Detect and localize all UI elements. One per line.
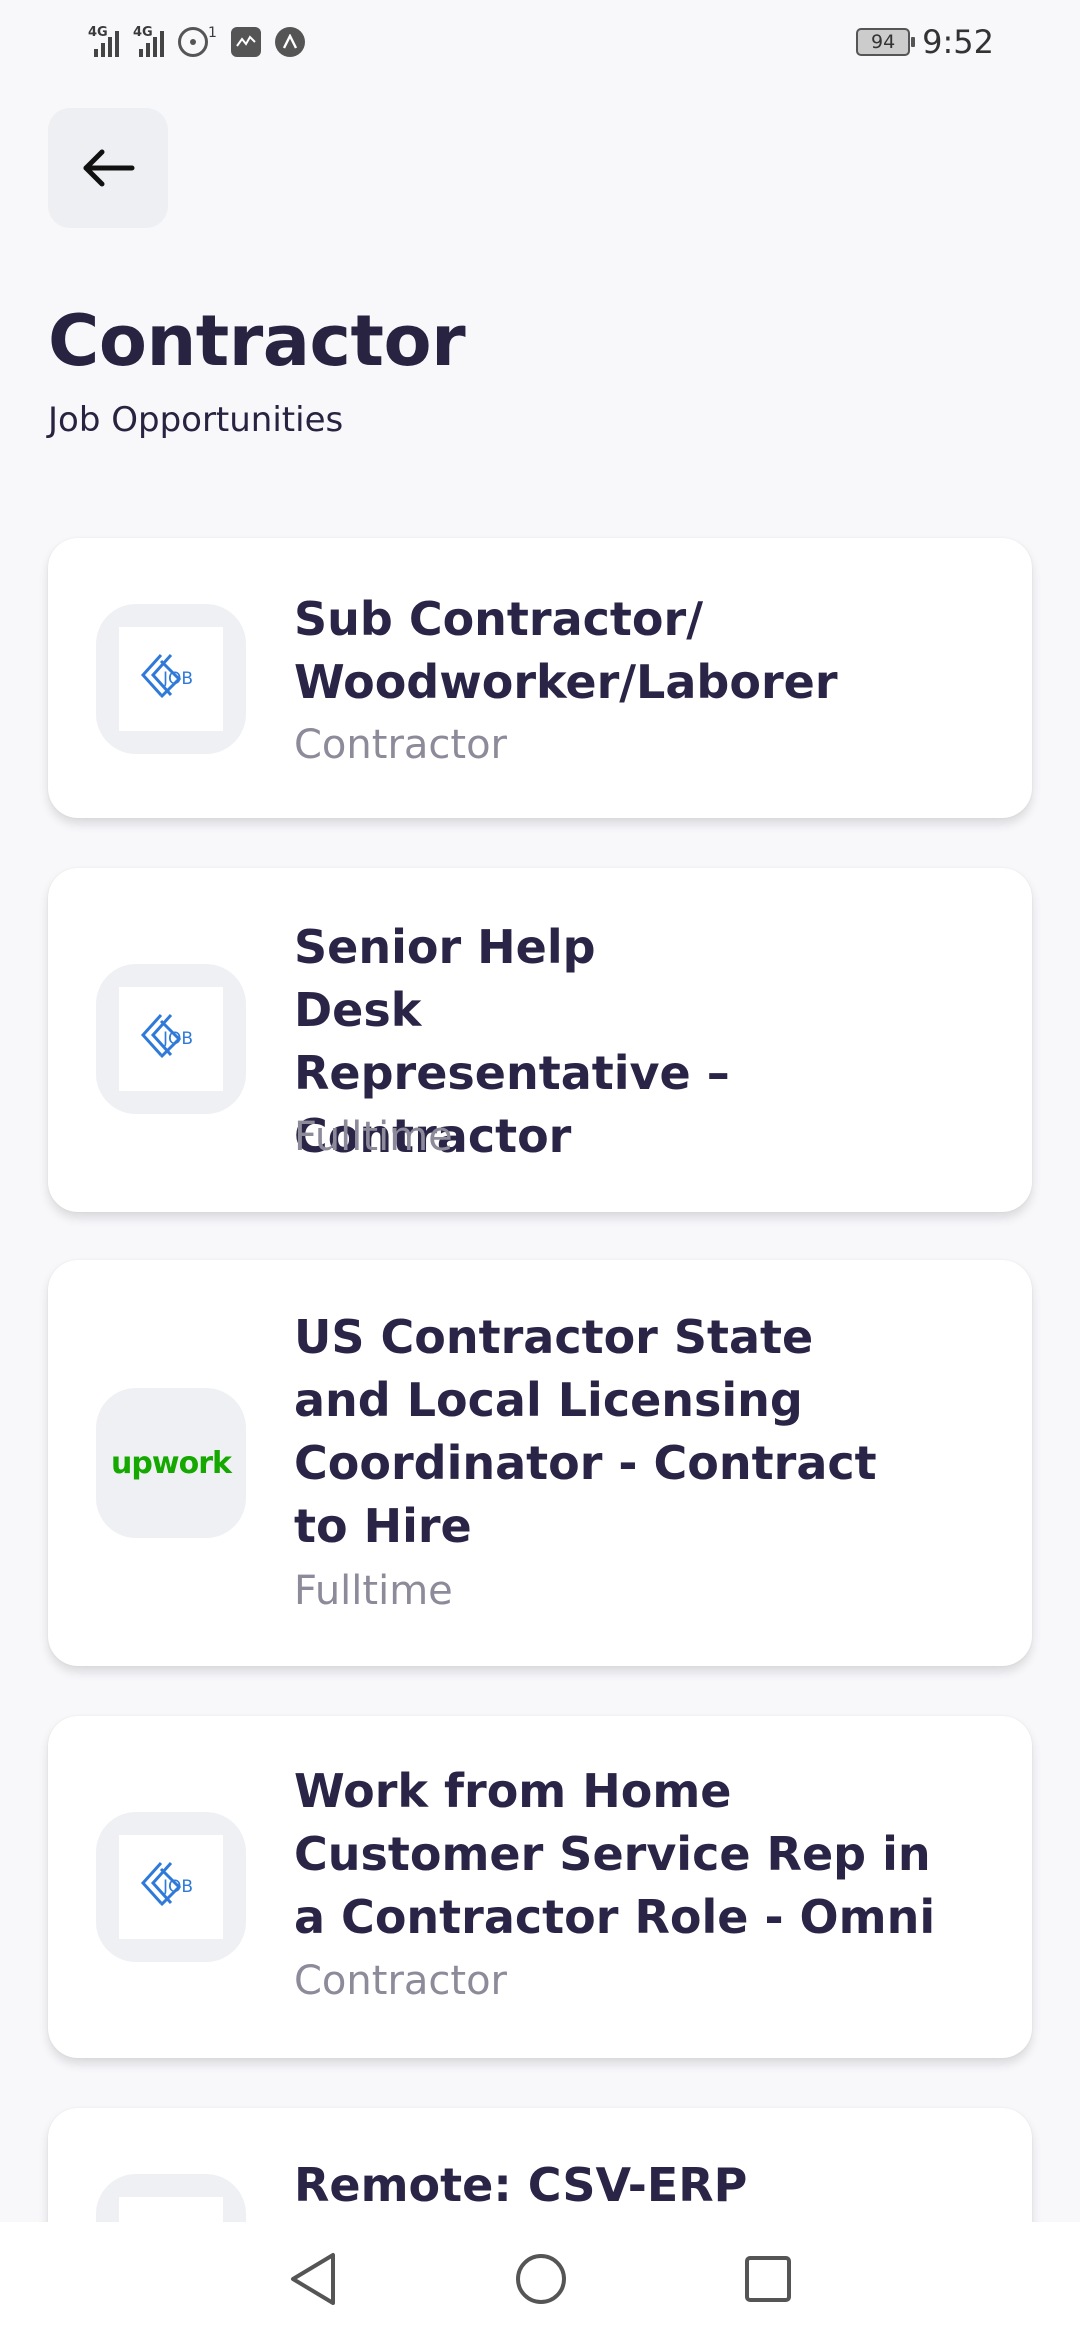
- job-title: Work from Home Customer Service Rep in a…: [294, 1764, 936, 1944]
- job-card[interactable]: upwork US Contractor State and Local Lic…: [48, 1260, 1032, 1666]
- job-type: Fulltime: [294, 1114, 453, 1160]
- hotspot-icon: [178, 27, 208, 57]
- signal-icon-2: 4G: [133, 25, 164, 57]
- job-type: Fulltime: [294, 1568, 453, 1614]
- square-recents-icon[interactable]: [743, 2254, 793, 2308]
- job-title: US Contractor State and Local Licensing …: [294, 1310, 877, 1553]
- page-title: Contractor: [48, 300, 466, 382]
- upwork-logo: upwork: [111, 1445, 232, 1481]
- company-logo: JOB: [96, 1812, 246, 1962]
- job-type: Contractor: [294, 1958, 507, 2004]
- job-type: Contractor: [294, 722, 507, 768]
- job-title: Remote: CSV-ERP: [294, 2158, 748, 2212]
- company-logo: JOB: [96, 964, 246, 1114]
- job-logo-icon: JOB: [119, 1835, 223, 1939]
- job-card[interactable]: JOB Work from Home Customer Service Rep …: [48, 1716, 1032, 2058]
- signal-icon: 4G: [88, 25, 119, 57]
- hotspot-count: 1: [208, 25, 217, 41]
- company-logo: JOB: [96, 604, 246, 754]
- company-logo: upwork: [96, 1388, 246, 1538]
- job-card[interactable]: JOB Senior Help Desk Representative – Co…: [48, 868, 1032, 1212]
- screen: 4G 4G 1 94 9:52 Contractor Job Opportuni…: [0, 0, 1080, 2340]
- back-button[interactable]: [48, 108, 168, 228]
- circle-home-icon[interactable]: [513, 2251, 569, 2311]
- status-bar: 4G 4G 1 94 9:52: [0, 0, 1080, 84]
- clock: 9:52: [922, 23, 994, 61]
- job-logo-icon: JOB: [119, 627, 223, 731]
- svg-text:JOB: JOB: [162, 669, 193, 689]
- status-left: 4G 4G 1: [88, 25, 305, 57]
- battery-icon: 94: [856, 28, 916, 56]
- signal-type-1: 4G: [88, 25, 108, 40]
- system-nav-bar: [0, 2222, 1080, 2340]
- signal-type-2: 4G: [133, 25, 153, 40]
- job-card[interactable]: JOB Sub Contractor/ Woodworker/Laborer C…: [48, 538, 1032, 818]
- svg-text:JOB: JOB: [162, 1029, 193, 1049]
- job-title: Sub Contractor/ Woodworker/Laborer: [294, 592, 838, 709]
- app-notification-icon: [274, 27, 305, 57]
- status-right: 94 9:52: [856, 23, 994, 61]
- svg-text:JOB: JOB: [162, 1877, 193, 1897]
- triangle-back-icon[interactable]: [287, 2251, 339, 2311]
- page-subtitle: Job Opportunities: [48, 400, 344, 440]
- job-logo-icon: JOB: [119, 987, 223, 1091]
- activity-icon: [230, 27, 261, 57]
- arrow-left-icon: [83, 149, 135, 187]
